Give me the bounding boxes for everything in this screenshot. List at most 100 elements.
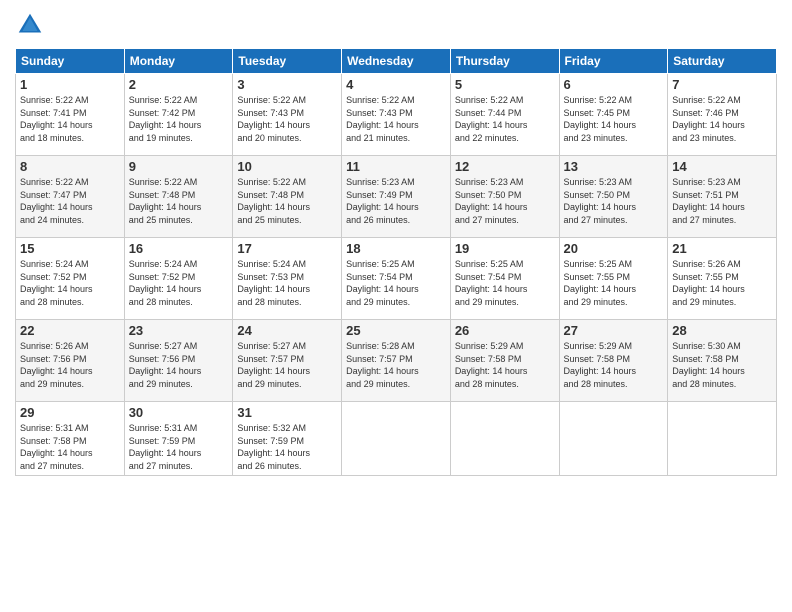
- day-info: Sunrise: 5:25 AM Sunset: 7:54 PM Dayligh…: [455, 258, 555, 308]
- col-header-monday: Monday: [124, 49, 233, 74]
- calendar-cell: 9 Sunrise: 5:22 AM Sunset: 7:48 PM Dayli…: [124, 156, 233, 238]
- col-header-tuesday: Tuesday: [233, 49, 342, 74]
- day-info: Sunrise: 5:25 AM Sunset: 7:54 PM Dayligh…: [346, 258, 446, 308]
- day-info: Sunrise: 5:22 AM Sunset: 7:44 PM Dayligh…: [455, 94, 555, 144]
- calendar-cell: 31 Sunrise: 5:32 AM Sunset: 7:59 PM Dayl…: [233, 402, 342, 476]
- day-info: Sunrise: 5:23 AM Sunset: 7:50 PM Dayligh…: [455, 176, 555, 226]
- calendar-cell: 12 Sunrise: 5:23 AM Sunset: 7:50 PM Dayl…: [450, 156, 559, 238]
- calendar-cell: 8 Sunrise: 5:22 AM Sunset: 7:47 PM Dayli…: [16, 156, 125, 238]
- day-info: Sunrise: 5:24 AM Sunset: 7:52 PM Dayligh…: [20, 258, 120, 308]
- calendar-cell: 1 Sunrise: 5:22 AM Sunset: 7:41 PM Dayli…: [16, 74, 125, 156]
- day-number: 10: [237, 159, 337, 174]
- calendar-cell: 16 Sunrise: 5:24 AM Sunset: 7:52 PM Dayl…: [124, 238, 233, 320]
- day-number: 4: [346, 77, 446, 92]
- col-header-thursday: Thursday: [450, 49, 559, 74]
- day-number: 31: [237, 405, 337, 420]
- col-header-friday: Friday: [559, 49, 668, 74]
- day-number: 24: [237, 323, 337, 338]
- day-info: Sunrise: 5:23 AM Sunset: 7:49 PM Dayligh…: [346, 176, 446, 226]
- day-info: Sunrise: 5:31 AM Sunset: 7:58 PM Dayligh…: [20, 422, 120, 472]
- day-info: Sunrise: 5:22 AM Sunset: 7:48 PM Dayligh…: [129, 176, 229, 226]
- week-row-1: 8 Sunrise: 5:22 AM Sunset: 7:47 PM Dayli…: [16, 156, 777, 238]
- calendar-cell: 24 Sunrise: 5:27 AM Sunset: 7:57 PM Dayl…: [233, 320, 342, 402]
- day-number: 26: [455, 323, 555, 338]
- day-info: Sunrise: 5:22 AM Sunset: 7:47 PM Dayligh…: [20, 176, 120, 226]
- day-number: 19: [455, 241, 555, 256]
- calendar-cell: 29 Sunrise: 5:31 AM Sunset: 7:58 PM Dayl…: [16, 402, 125, 476]
- calendar-cell: 20 Sunrise: 5:25 AM Sunset: 7:55 PM Dayl…: [559, 238, 668, 320]
- day-number: 14: [672, 159, 772, 174]
- day-info: Sunrise: 5:28 AM Sunset: 7:57 PM Dayligh…: [346, 340, 446, 390]
- calendar-cell: 19 Sunrise: 5:25 AM Sunset: 7:54 PM Dayl…: [450, 238, 559, 320]
- week-row-2: 15 Sunrise: 5:24 AM Sunset: 7:52 PM Dayl…: [16, 238, 777, 320]
- calendar-cell: [450, 402, 559, 476]
- calendar-cell: 17 Sunrise: 5:24 AM Sunset: 7:53 PM Dayl…: [233, 238, 342, 320]
- day-info: Sunrise: 5:22 AM Sunset: 7:41 PM Dayligh…: [20, 94, 120, 144]
- day-number: 15: [20, 241, 120, 256]
- day-info: Sunrise: 5:31 AM Sunset: 7:59 PM Dayligh…: [129, 422, 229, 472]
- day-number: 8: [20, 159, 120, 174]
- day-info: Sunrise: 5:22 AM Sunset: 7:48 PM Dayligh…: [237, 176, 337, 226]
- calendar-cell: 4 Sunrise: 5:22 AM Sunset: 7:43 PM Dayli…: [342, 74, 451, 156]
- day-number: 5: [455, 77, 555, 92]
- calendar-cell: 11 Sunrise: 5:23 AM Sunset: 7:49 PM Dayl…: [342, 156, 451, 238]
- calendar-cell: 30 Sunrise: 5:31 AM Sunset: 7:59 PM Dayl…: [124, 402, 233, 476]
- day-info: Sunrise: 5:25 AM Sunset: 7:55 PM Dayligh…: [564, 258, 664, 308]
- calendar-cell: 5 Sunrise: 5:22 AM Sunset: 7:44 PM Dayli…: [450, 74, 559, 156]
- day-number: 7: [672, 77, 772, 92]
- day-number: 13: [564, 159, 664, 174]
- day-info: Sunrise: 5:22 AM Sunset: 7:43 PM Dayligh…: [237, 94, 337, 144]
- calendar-cell: 3 Sunrise: 5:22 AM Sunset: 7:43 PM Dayli…: [233, 74, 342, 156]
- calendar-cell: 14 Sunrise: 5:23 AM Sunset: 7:51 PM Dayl…: [668, 156, 777, 238]
- calendar-cell: 25 Sunrise: 5:28 AM Sunset: 7:57 PM Dayl…: [342, 320, 451, 402]
- day-number: 11: [346, 159, 446, 174]
- day-number: 3: [237, 77, 337, 92]
- calendar-cell: 22 Sunrise: 5:26 AM Sunset: 7:56 PM Dayl…: [16, 320, 125, 402]
- day-info: Sunrise: 5:23 AM Sunset: 7:50 PM Dayligh…: [564, 176, 664, 226]
- calendar-cell: 2 Sunrise: 5:22 AM Sunset: 7:42 PM Dayli…: [124, 74, 233, 156]
- calendar-cell: 15 Sunrise: 5:24 AM Sunset: 7:52 PM Dayl…: [16, 238, 125, 320]
- day-number: 12: [455, 159, 555, 174]
- logo: [15, 10, 49, 40]
- calendar-cell: [668, 402, 777, 476]
- logo-icon: [15, 10, 45, 40]
- calendar-cell: 21 Sunrise: 5:26 AM Sunset: 7:55 PM Dayl…: [668, 238, 777, 320]
- calendar-cell: 26 Sunrise: 5:29 AM Sunset: 7:58 PM Dayl…: [450, 320, 559, 402]
- header: [15, 10, 777, 40]
- day-info: Sunrise: 5:32 AM Sunset: 7:59 PM Dayligh…: [237, 422, 337, 472]
- day-number: 21: [672, 241, 772, 256]
- day-info: Sunrise: 5:22 AM Sunset: 7:42 PM Dayligh…: [129, 94, 229, 144]
- day-info: Sunrise: 5:24 AM Sunset: 7:52 PM Dayligh…: [129, 258, 229, 308]
- day-number: 28: [672, 323, 772, 338]
- calendar-cell: 28 Sunrise: 5:30 AM Sunset: 7:58 PM Dayl…: [668, 320, 777, 402]
- calendar-cell: 27 Sunrise: 5:29 AM Sunset: 7:58 PM Dayl…: [559, 320, 668, 402]
- week-row-3: 22 Sunrise: 5:26 AM Sunset: 7:56 PM Dayl…: [16, 320, 777, 402]
- day-number: 1: [20, 77, 120, 92]
- week-row-4: 29 Sunrise: 5:31 AM Sunset: 7:58 PM Dayl…: [16, 402, 777, 476]
- calendar-cell: 23 Sunrise: 5:27 AM Sunset: 7:56 PM Dayl…: [124, 320, 233, 402]
- day-info: Sunrise: 5:30 AM Sunset: 7:58 PM Dayligh…: [672, 340, 772, 390]
- day-number: 18: [346, 241, 446, 256]
- calendar-cell: 13 Sunrise: 5:23 AM Sunset: 7:50 PM Dayl…: [559, 156, 668, 238]
- calendar-cell: 7 Sunrise: 5:22 AM Sunset: 7:46 PM Dayli…: [668, 74, 777, 156]
- day-info: Sunrise: 5:26 AM Sunset: 7:56 PM Dayligh…: [20, 340, 120, 390]
- day-number: 22: [20, 323, 120, 338]
- day-number: 16: [129, 241, 229, 256]
- day-number: 6: [564, 77, 664, 92]
- day-number: 27: [564, 323, 664, 338]
- day-number: 9: [129, 159, 229, 174]
- day-number: 20: [564, 241, 664, 256]
- calendar-cell: 6 Sunrise: 5:22 AM Sunset: 7:45 PM Dayli…: [559, 74, 668, 156]
- calendar-cell: [559, 402, 668, 476]
- calendar-cell: 10 Sunrise: 5:22 AM Sunset: 7:48 PM Dayl…: [233, 156, 342, 238]
- calendar-cell: [342, 402, 451, 476]
- col-header-wednesday: Wednesday: [342, 49, 451, 74]
- day-info: Sunrise: 5:27 AM Sunset: 7:57 PM Dayligh…: [237, 340, 337, 390]
- page: SundayMondayTuesdayWednesdayThursdayFrid…: [0, 0, 792, 612]
- day-info: Sunrise: 5:29 AM Sunset: 7:58 PM Dayligh…: [455, 340, 555, 390]
- calendar-table: SundayMondayTuesdayWednesdayThursdayFrid…: [15, 48, 777, 476]
- day-info: Sunrise: 5:29 AM Sunset: 7:58 PM Dayligh…: [564, 340, 664, 390]
- day-number: 29: [20, 405, 120, 420]
- day-number: 23: [129, 323, 229, 338]
- day-info: Sunrise: 5:22 AM Sunset: 7:46 PM Dayligh…: [672, 94, 772, 144]
